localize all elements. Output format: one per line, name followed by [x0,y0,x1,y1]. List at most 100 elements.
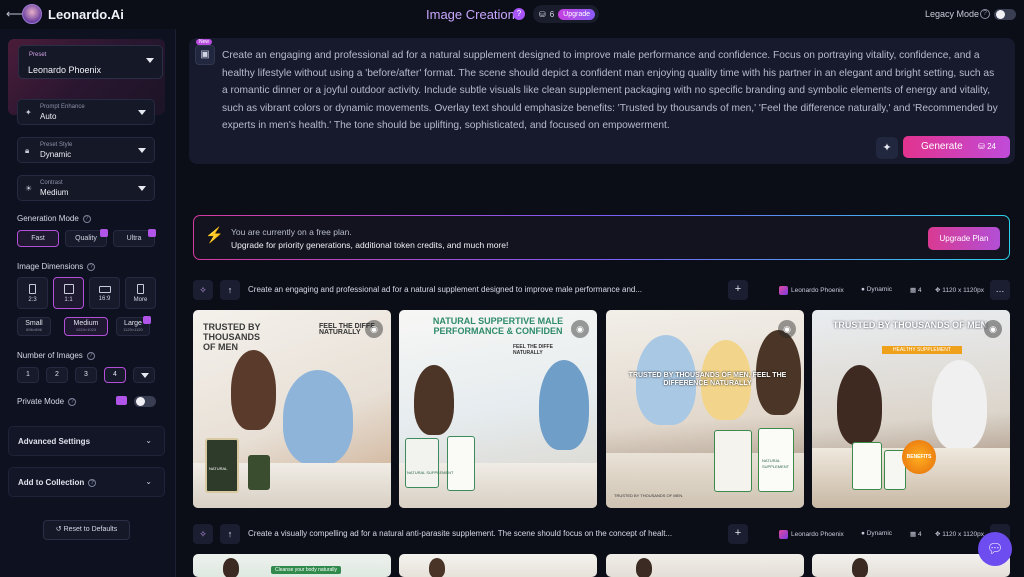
size-medium[interactable]: Medium 1024×1024 [64,317,108,336]
ratio-1-1[interactable]: 1:1 [53,277,84,309]
image-person [932,360,987,450]
image-person [852,558,868,577]
generation-model-name: Leonardo Phoenix [791,287,844,295]
ratio-2-3[interactable]: 2:3 [17,277,48,309]
generated-image[interactable] [606,554,804,577]
generated-image[interactable]: TRUSTED BY THOUSANDS OF MEN FEEL THE DIF… [193,310,391,508]
num-images-3[interactable]: 3 [75,367,97,383]
generated-image[interactable] [399,554,597,577]
ratio-16-9[interactable]: 16:9 [89,277,120,309]
eye-icon[interactable]: ◉ [365,320,383,338]
generate-button[interactable]: Generate ⛁ 24 [903,136,1010,158]
remix-icon[interactable]: ✧ [193,524,213,544]
reuse-prompt-icon[interactable]: ↑ [220,280,240,300]
prompt-enhance-value: Auto [40,112,57,121]
size-px: 1024×1024 [75,327,97,332]
reuse-prompt-icon[interactable]: ↑ [220,524,240,544]
portrait-icon [29,284,36,294]
mode-ultra[interactable]: Ultra [113,229,156,247]
num-images-4[interactable]: 4 [104,367,126,383]
image-guidance-icon[interactable]: ▣ [195,45,215,65]
generated-image[interactable]: Cleanse your body naturally [193,554,391,577]
eye-icon[interactable]: ◉ [571,320,589,338]
image-bottle [405,438,439,488]
add-icon[interactable]: + [728,280,748,300]
chevron-down-icon: ⌄ [145,436,152,445]
generated-image[interactable]: NATURAL SUPPERTIVE MALE PERFORMANCE & CO… [399,310,597,508]
contrast-select[interactable]: ☀ Contrast Medium [17,175,155,201]
image-bottle [714,430,752,492]
top-bar: ⟵ Leonardo.Ai Image Creation ? ⛁ 6 Upgra… [0,0,1024,29]
advanced-settings-accordion[interactable]: Advanced Settings ⌄ [8,426,165,456]
mode-quality[interactable]: Quality [65,229,108,247]
eye-icon[interactable]: ◉ [778,320,796,338]
generation-size-value: 1120 x 1120px [942,531,984,538]
banner-line2: Upgrade for priority generations, additi… [231,240,509,250]
reset-to-defaults-button[interactable]: ↺ Reset to Defaults [43,520,130,540]
private-mode-toggle[interactable] [134,396,156,407]
premium-badge-icon [143,316,151,324]
ad-headline: Cleanse your body naturally [271,566,341,574]
more-ratios-icon [137,284,144,294]
prompt-enhance-sparkle-button[interactable]: ✦ [876,137,898,159]
reset-label: Reset to Defaults [63,526,118,533]
upgrade-plan-button[interactable]: Upgrade Plan [928,227,1000,250]
generation-style-name: Dynamic [866,530,893,537]
legacy-help-icon[interactable]: ? [980,9,990,19]
generated-image[interactable]: TRUSTED BY THOUSANDS OF MEN HEALTHY SUPP… [812,310,1010,508]
preset-select[interactable]: Preset Leonardo Phoenix [18,45,163,79]
image-person [837,365,882,445]
image-person [429,558,445,577]
ratio-label: 2:3 [28,297,37,303]
token-balance[interactable]: ⛁ 6 Upgrade [533,5,599,23]
private-mode-heading: Private Mode? [17,397,77,406]
benefits-seal: BENEFITS [902,440,936,474]
brand-logo[interactable] [22,4,42,24]
premium-badge-icon [148,229,156,237]
remix-icon[interactable]: ✧ [193,280,213,300]
legacy-mode-toggle[interactable] [994,9,1016,20]
help-icon[interactable]: ? [88,478,97,487]
preset-style-select[interactable]: 🔒︎ Preset Style Dynamic [17,137,155,163]
num-images-more[interactable] [133,367,155,383]
ad-side-text: HEALTHY SUPPLEMENT [882,346,962,354]
contrast-label: Contrast [40,180,63,186]
preset-style-value: Dynamic [40,150,72,159]
generation-header: ✧ ↑ Create a visually compelling ad for … [193,524,1013,544]
mode-fast[interactable]: Fast [17,230,59,247]
mode-ultra-label: Ultra [126,235,142,242]
generation-style-name: Dynamic [866,286,893,293]
help-icon[interactable]: ? [513,8,525,20]
premium-badge-icon [116,396,127,405]
generation-model-name: Leonardo Phoenix [791,531,844,539]
ratio-more[interactable]: More [125,277,156,309]
generation-prompt[interactable]: Create a visually compelling ad for a na… [248,529,672,538]
upgrade-banner [193,215,1010,260]
back-icon[interactable]: ⟵ [6,7,23,21]
size-small[interactable]: Small 896×896 [17,317,51,336]
eye-icon[interactable]: ◉ [984,320,1002,338]
size-large[interactable]: Large 1120×1120 [116,316,151,336]
help-icon[interactable]: ? [82,214,91,223]
prompt-input[interactable]: Create an engaging and professional ad f… [222,47,1002,135]
ad-side-text: TRUSTED BY THOUSANDS OF MEN. [614,493,684,498]
generated-image[interactable]: TRUSTED BY THOUSANDS OF MEN, FEEL THE DI… [606,310,804,508]
prompt-enhance-select[interactable]: ✦ Prompt Enhance Auto [17,99,155,125]
more-options-icon[interactable]: … [990,280,1010,300]
caret-down-icon [141,373,149,378]
chevron-down-icon: ⌄ [145,477,152,486]
chat-support-icon[interactable]: 💬︎ [978,532,1012,566]
upgrade-button[interactable]: Upgrade [558,8,596,20]
num-images-2[interactable]: 2 [46,367,68,383]
generation-prompt[interactable]: Create an engaging and professional ad f… [248,285,642,294]
add-to-collection-accordion[interactable]: Add to Collection? ⌄ [8,467,165,497]
add-icon[interactable]: + [728,524,748,544]
preset-value: Leonardo Phoenix [28,65,102,75]
generation-model: Leonardo Phoenix [779,530,844,539]
legacy-mode-label: Legacy Mode [925,9,980,19]
help-icon[interactable]: ? [86,351,95,360]
help-icon[interactable]: ? [87,262,96,271]
image-person [414,365,454,435]
help-icon[interactable]: ? [68,397,77,406]
num-images-1[interactable]: 1 [17,367,39,383]
